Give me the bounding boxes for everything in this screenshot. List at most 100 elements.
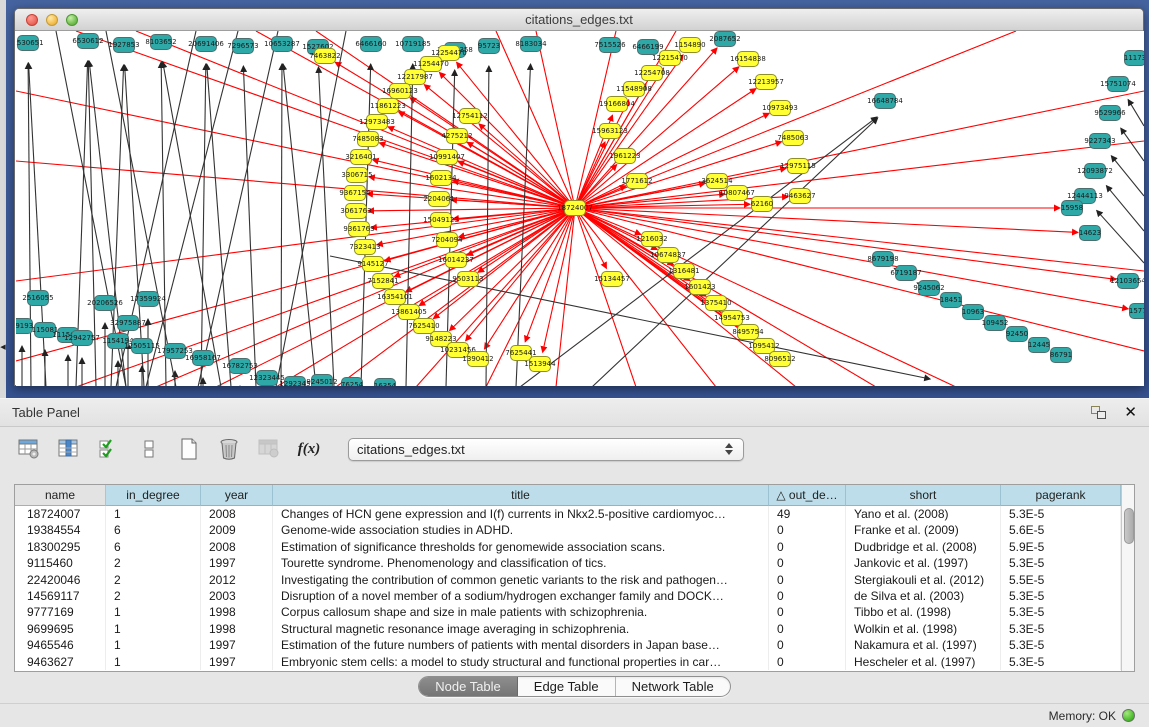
tab-network-table[interactable]: Network Table <box>616 677 730 696</box>
network-node[interactable]: 9245062 <box>918 280 940 296</box>
network-node[interactable]: 11173 <box>1124 50 1144 66</box>
network-node[interactable]: 7152841 <box>372 273 394 289</box>
network-node[interactable]: 1154890 <box>679 37 701 53</box>
network-node[interactable]: 16354 <box>374 378 396 386</box>
network-node[interactable]: 10963 <box>962 304 984 320</box>
network-node[interactable]: 12445 <box>1028 337 1050 353</box>
network-node[interactable]: 32975887 <box>117 315 139 331</box>
network-node[interactable]: 17957253 <box>164 343 186 359</box>
network-node[interactable]: 62160 <box>751 196 773 212</box>
network-node[interactable]: 12103654 <box>1117 273 1139 289</box>
network-node[interactable]: 15770 <box>1129 303 1144 319</box>
network-node[interactable]: 7485083 <box>357 131 379 147</box>
network-node[interactable]: 7323413 <box>354 239 376 255</box>
table-row[interactable]: 911546021997Tourette syndrome. Phenomeno… <box>15 555 1121 571</box>
network-node[interactable]: 12505115 <box>131 338 153 354</box>
network-node[interactable]: 12213957 <box>755 74 777 90</box>
network-node[interactable]: 7296573 <box>232 38 254 54</box>
network-node[interactable]: 3216401 <box>350 149 372 165</box>
network-node[interactable]: 15958 <box>1061 200 1083 216</box>
column-header-pagerank[interactable]: pagerank <box>1001 485 1121 506</box>
network-node[interactable]: 115081 <box>34 322 56 338</box>
tab-node-table[interactable]: Node Table <box>419 677 518 696</box>
network-node[interactable]: 1154194 <box>107 333 129 349</box>
network-node[interactable]: 10674837 <box>657 247 679 263</box>
network-node[interactable]: 1513944 <box>529 356 551 372</box>
select-all-rows-icon[interactable] <box>96 436 122 462</box>
network-node[interactable]: 9463627 <box>789 188 811 204</box>
delete-icon[interactable] <box>216 436 242 462</box>
network-node[interactable]: 11548908 <box>623 81 645 97</box>
network-node[interactable]: 86791 <box>1050 347 1072 363</box>
table-selector[interactable]: citations_edges.txt <box>348 438 744 461</box>
network-node[interactable]: 7485063 <box>782 130 804 146</box>
network-node[interactable]: 10973493 <box>769 100 791 116</box>
network-node[interactable]: 10231456 <box>447 342 469 358</box>
clear-selection-icon[interactable] <box>136 436 162 462</box>
network-node[interactable]: 9529966 <box>1099 105 1121 121</box>
network-node[interactable]: 19166804 <box>606 96 628 112</box>
network-node[interactable]: 12973483 <box>366 114 388 130</box>
network-node[interactable]: 12754112 <box>459 108 481 124</box>
network-node[interactable]: 1771612 <box>626 173 648 189</box>
network-window-titlebar[interactable]: citations_edges.txt <box>15 9 1143 31</box>
network-node[interactable]: 9145127 <box>362 256 384 272</box>
network-node[interactable]: 6719187 <box>895 265 917 281</box>
table-row[interactable]: 946362711997Embryonic stem cells: a mode… <box>15 654 1121 670</box>
network-node[interactable]: 6466160 <box>360 36 382 52</box>
network-node[interactable]: 2204061 <box>428 191 450 207</box>
network-node[interactable]: 1216032 <box>641 231 663 247</box>
table-row[interactable]: 969969511998Structural magnetic resonanc… <box>15 621 1121 637</box>
tab-edge-table[interactable]: Edge Table <box>518 677 616 696</box>
function-builder-icon[interactable]: f(x) <box>296 436 322 462</box>
network-node[interactable]: 20206526 <box>94 295 116 311</box>
network-node[interactable]: 95723 <box>478 38 500 54</box>
network-node[interactable]: 16648784 <box>874 93 896 109</box>
network-node[interactable]: 16958167 <box>192 350 214 366</box>
network-node[interactable]: 15751074 <box>1107 76 1129 92</box>
table-row[interactable]: 1830029562008Estimation of significance … <box>15 539 1121 555</box>
network-node[interactable]: 1390412 <box>467 351 489 367</box>
network-node[interactable]: 7204094 <box>436 232 458 248</box>
network-node[interactable]: 14623 <box>1079 225 1101 241</box>
network-node[interactable]: 11861223 <box>377 98 399 114</box>
network-node[interactable]: 2516055 <box>27 290 49 306</box>
network-node[interactable]: 3061763 <box>345 203 367 219</box>
network-node[interactable]: 12323445 <box>256 370 278 386</box>
network-node[interactable]: 1316481 <box>673 263 695 279</box>
network-node[interactable]: 9227343 <box>1089 133 1111 149</box>
network-node[interactable]: 109452 <box>984 315 1006 331</box>
column-header-title[interactable]: title <box>273 485 769 506</box>
network-node[interactable]: 20691406 <box>195 36 217 52</box>
table-row[interactable]: 1872400712008Changes of HCN gene express… <box>15 506 1121 522</box>
column-header-year[interactable]: year <box>201 485 273 506</box>
network-node[interactable]: 92450 <box>1006 326 1028 342</box>
network-node[interactable]: 15049123 <box>430 212 452 228</box>
network-node[interactable]: 16014237 <box>445 252 467 268</box>
network-node[interactable]: 16354101 <box>384 289 406 305</box>
network-node[interactable]: 3306715 <box>346 167 368 183</box>
table-row[interactable]: 1456911722003Disruption of a novel membe… <box>15 588 1121 604</box>
network-node[interactable]: 15134457 <box>601 271 623 287</box>
network-node[interactable]: 8103652 <box>150 34 172 50</box>
network-node[interactable]: 16782753 <box>229 358 251 374</box>
show-columns-icon[interactable] <box>56 436 82 462</box>
column-header-short[interactable]: short <box>846 485 1001 506</box>
network-canvas[interactable]: 1872400725306516530612192785381036522069… <box>16 31 1144 386</box>
network-node[interactable]: 17359924 <box>137 291 159 307</box>
network-node[interactable]: 18724007 <box>564 200 586 216</box>
network-node[interactable]: 1602134 <box>430 170 452 186</box>
sidebar-collapse-icon[interactable]: ◀ <box>0 340 6 356</box>
network-node[interactable]: 9245012 <box>311 374 333 386</box>
column-header-name[interactable]: name <box>15 485 106 506</box>
network-node[interactable]: 12254708 <box>641 65 663 81</box>
vertical-scrollbar[interactable] <box>1121 485 1134 671</box>
network-node[interactable]: 6530612 <box>77 33 99 49</box>
network-node[interactable]: 39193 <box>16 318 33 334</box>
network-node[interactable]: 4275212 <box>446 128 468 144</box>
network-node[interactable]: 10991407 <box>436 149 458 165</box>
network-node[interactable]: 2530651 <box>17 35 39 51</box>
table-row[interactable]: 2242004622012Investigating the contribut… <box>15 572 1121 588</box>
network-node[interactable]: 1292345 <box>284 376 306 386</box>
network-node[interactable]: 12942757 <box>71 330 93 346</box>
